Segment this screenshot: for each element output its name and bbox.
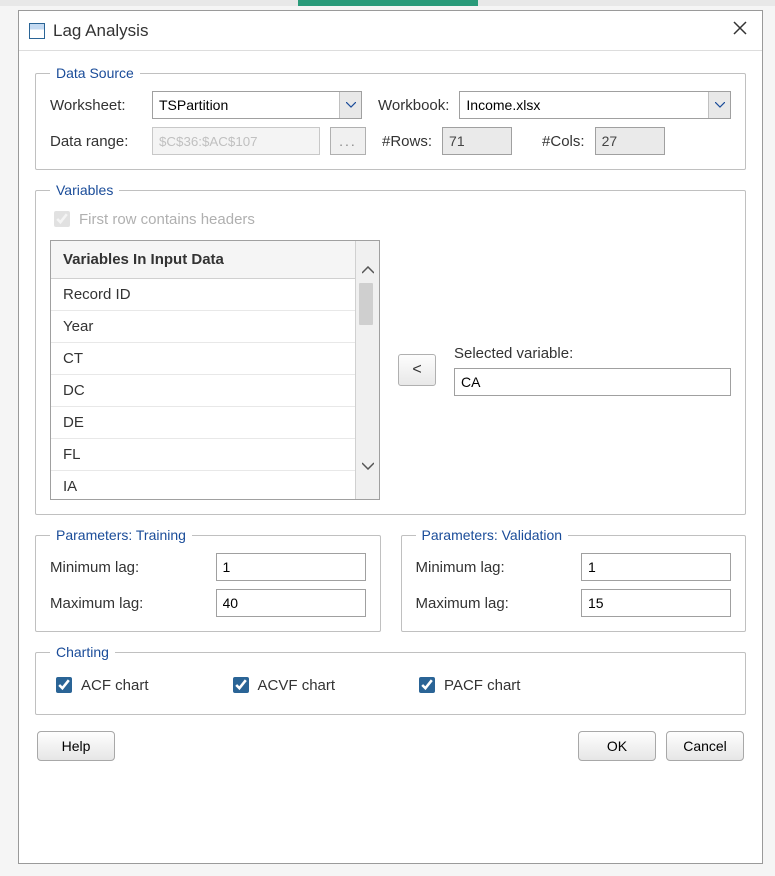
workbook-combo[interactable] <box>459 91 731 119</box>
variables-list-header: Variables In Input Data <box>51 241 355 279</box>
worksheet-combo[interactable] <box>152 91 362 119</box>
rows-value <box>442 127 512 155</box>
close-button[interactable] <box>728 19 752 43</box>
variables-group: Variables First row contains headers Var… <box>35 182 746 515</box>
scroll-thumb[interactable] <box>359 283 373 325</box>
scroll-down-icon[interactable] <box>359 457 377 475</box>
cols-label: #Cols: <box>542 133 585 150</box>
training-max-input[interactable] <box>216 589 366 617</box>
rows-label: #Rows: <box>382 133 432 150</box>
training-min-input[interactable] <box>216 553 366 581</box>
acf-checkbox-label: ACF chart <box>81 677 149 694</box>
acf-checkbox-wrap[interactable]: ACF chart <box>52 674 149 696</box>
acf-checkbox[interactable] <box>56 677 72 693</box>
selected-variable-label: Selected variable: <box>454 345 731 362</box>
charting-legend: Charting <box>50 644 115 660</box>
validation-min-input[interactable] <box>581 553 731 581</box>
training-min-label: Minimum lag: <box>50 559 139 576</box>
data-source-group: Data Source Worksheet: Workbook: <box>35 65 746 170</box>
charting-group: Charting ACF chart ACVF chart PACF chart <box>35 644 746 715</box>
variables-list[interactable]: Variables In Input Data Record ID Year C… <box>50 240 380 500</box>
move-left-button[interactable]: < <box>398 354 436 386</box>
acvf-checkbox-wrap[interactable]: ACVF chart <box>229 674 336 696</box>
list-item[interactable]: FL <box>51 439 355 471</box>
titlebar: Lag Analysis <box>19 11 762 51</box>
workbook-label: Workbook: <box>378 97 449 114</box>
selected-variable-input[interactable] <box>454 368 731 396</box>
list-item[interactable]: DE <box>51 407 355 439</box>
params-validation-group: Parameters: Validation Minimum lag: Maxi… <box>401 527 747 632</box>
headers-checkbox-wrap: First row contains headers <box>50 208 255 230</box>
ok-button[interactable]: OK <box>578 731 656 761</box>
params-validation-legend: Parameters: Validation <box>416 527 569 543</box>
list-item[interactable]: DC <box>51 375 355 407</box>
pacf-checkbox[interactable] <box>419 677 435 693</box>
validation-max-input[interactable] <box>581 589 731 617</box>
pacf-checkbox-wrap[interactable]: PACF chart <box>415 674 520 696</box>
validation-min-label: Minimum lag: <box>416 559 505 576</box>
training-max-label: Maximum lag: <box>50 595 143 612</box>
data-range-label: Data range: <box>50 133 142 150</box>
scroll-up-icon[interactable] <box>359 261 377 279</box>
worksheet-label: Worksheet: <box>50 97 142 114</box>
params-training-legend: Parameters: Training <box>50 527 192 543</box>
headers-checkbox-label: First row contains headers <box>79 211 255 228</box>
data-range-input <box>152 127 320 155</box>
scrollbar[interactable] <box>355 241 379 499</box>
variables-legend: Variables <box>50 182 119 198</box>
params-training-group: Parameters: Training Minimum lag: Maximu… <box>35 527 381 632</box>
list-item[interactable]: CT <box>51 343 355 375</box>
close-icon <box>732 19 748 42</box>
app-icon <box>29 23 45 39</box>
cols-value <box>595 127 665 155</box>
data-source-legend: Data Source <box>50 65 140 81</box>
window-title: Lag Analysis <box>53 21 148 41</box>
list-item[interactable]: Year <box>51 311 355 343</box>
validation-max-label: Maximum lag: <box>416 595 509 612</box>
acvf-checkbox-label: ACVF chart <box>258 677 336 694</box>
help-button[interactable]: Help <box>37 731 115 761</box>
data-range-browse-button: ... <box>330 127 366 155</box>
headers-checkbox <box>54 211 70 227</box>
pacf-checkbox-label: PACF chart <box>444 677 520 694</box>
cancel-button[interactable]: Cancel <box>666 731 744 761</box>
acvf-checkbox[interactable] <box>233 677 249 693</box>
list-item[interactable]: Record ID <box>51 279 355 311</box>
dialog-window: Lag Analysis Data Source Worksheet: Work… <box>18 10 763 864</box>
list-item[interactable]: IA <box>51 471 355 499</box>
